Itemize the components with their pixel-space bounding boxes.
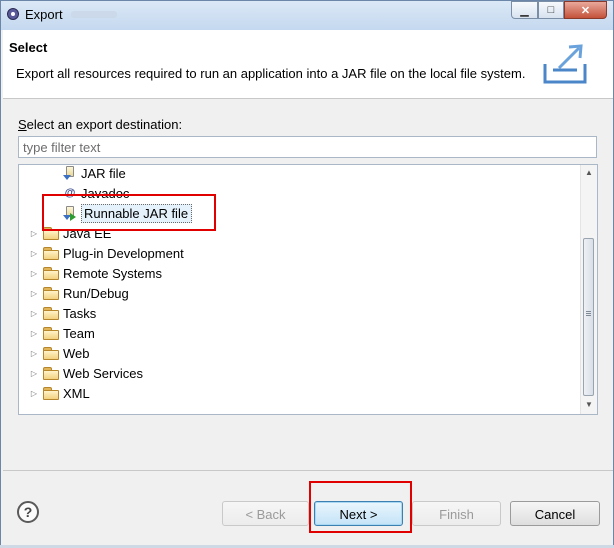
wizard-header: Select Export all resources required to … <box>3 30 613 99</box>
page-title: Select <box>9 40 48 55</box>
tree-item-label: JAR file <box>81 165 126 181</box>
footer-divider <box>3 470 613 471</box>
eclipse-icon <box>7 8 19 20</box>
export-dialog: Export ▁ □ ✕ Select Export all resources… <box>0 0 614 548</box>
tree-category-web-services[interactable]: ▷ Web Services <box>29 363 143 383</box>
tree-category-xml[interactable]: ▷ XML <box>29 383 90 403</box>
destination-tree[interactable]: JAR file @ Javadoc Runnable JAR file ▷ J… <box>18 164 598 415</box>
folder-icon <box>43 227 59 240</box>
expand-arrow-icon[interactable]: ▷ <box>29 249 39 258</box>
tree-item-runnable-jar-file[interactable]: Runnable JAR file <box>63 203 193 223</box>
back-button[interactable]: < Back <box>222 501 309 526</box>
wizard-content: Select an export destination: JAR file @… <box>3 99 613 469</box>
maximize-button[interactable]: □ <box>538 1 564 19</box>
folder-icon <box>43 247 59 260</box>
folder-icon <box>43 327 59 340</box>
expand-arrow-icon[interactable]: ▷ <box>29 309 39 318</box>
title-bar[interactable]: Export ▁ □ ✕ <box>1 1 613 30</box>
tree-item-label: Javadoc <box>81 185 130 201</box>
expand-arrow-icon[interactable]: ▷ <box>29 289 39 298</box>
runnable-jar-icon <box>63 205 77 221</box>
tree-item-label: Run/Debug <box>63 285 129 301</box>
tree-category-java-ee[interactable]: ▷ Java EE <box>29 223 112 243</box>
page-description: Export all resources required to run an … <box>16 66 526 81</box>
tree-item-label: XML <box>63 385 90 401</box>
tree-category-remote-systems[interactable]: ▷ Remote Systems <box>29 263 162 283</box>
expand-arrow-icon[interactable]: ▷ <box>29 349 39 358</box>
scroll-down-arrow-icon[interactable]: ▼ <box>581 397 597 413</box>
tree-item-label: Team <box>63 325 95 341</box>
tree-item-label: Web Services <box>63 365 143 381</box>
window-title: Export <box>25 7 63 22</box>
tree-item-javadoc[interactable]: @ Javadoc <box>63 183 130 203</box>
expand-arrow-icon[interactable]: ▷ <box>29 389 39 398</box>
tree-category-run-debug[interactable]: ▷ Run/Debug <box>29 283 129 303</box>
export-wizard-icon <box>543 44 587 84</box>
tree-item-label: Remote Systems <box>63 265 162 281</box>
tree-item-label: Runnable JAR file <box>81 203 193 223</box>
javadoc-icon: @ <box>64 187 76 199</box>
tree-category-web[interactable]: ▷ Web <box>29 343 90 363</box>
close-button[interactable]: ✕ <box>564 1 607 19</box>
tree-item-jar-file[interactable]: JAR file <box>63 165 126 183</box>
tree-category-tasks[interactable]: ▷ Tasks <box>29 303 96 323</box>
folder-icon <box>43 307 59 320</box>
jar-icon <box>63 165 77 181</box>
tree-item-label: Plug-in Development <box>63 245 184 261</box>
folder-icon <box>43 267 59 280</box>
scroll-up-arrow-icon[interactable]: ▲ <box>581 165 597 181</box>
folder-icon <box>43 347 59 360</box>
cancel-button[interactable]: Cancel <box>510 501 600 526</box>
expand-arrow-icon[interactable]: ▷ <box>29 329 39 338</box>
filter-input[interactable] <box>18 136 597 158</box>
next-button[interactable]: Next > <box>314 501 403 526</box>
tree-category-team[interactable]: ▷ Team <box>29 323 95 343</box>
expand-arrow-icon[interactable]: ▷ <box>29 369 39 378</box>
folder-icon <box>43 387 59 400</box>
finish-button[interactable]: Finish <box>412 501 501 526</box>
minimize-button[interactable]: ▁ <box>511 1 538 19</box>
blurred-title-text <box>71 11 117 18</box>
tree-item-label: Web <box>63 345 90 361</box>
vertical-scrollbar[interactable]: ▲ ▼ <box>580 165 597 414</box>
tree-item-label: Java EE <box>63 225 112 241</box>
expand-arrow-icon[interactable]: ▷ <box>29 229 39 238</box>
tree-item-label: Tasks <box>63 305 97 321</box>
folder-icon <box>43 367 59 380</box>
tree-category-plugin-development[interactable]: ▷ Plug-in Development <box>29 243 184 263</box>
expand-arrow-icon[interactable]: ▷ <box>29 269 39 278</box>
destination-label: Select an export destination: <box>18 117 183 132</box>
scrollbar-thumb[interactable] <box>583 238 594 396</box>
grip-icon <box>586 311 591 317</box>
folder-icon <box>43 287 59 300</box>
help-icon[interactable]: ? <box>17 501 39 523</box>
